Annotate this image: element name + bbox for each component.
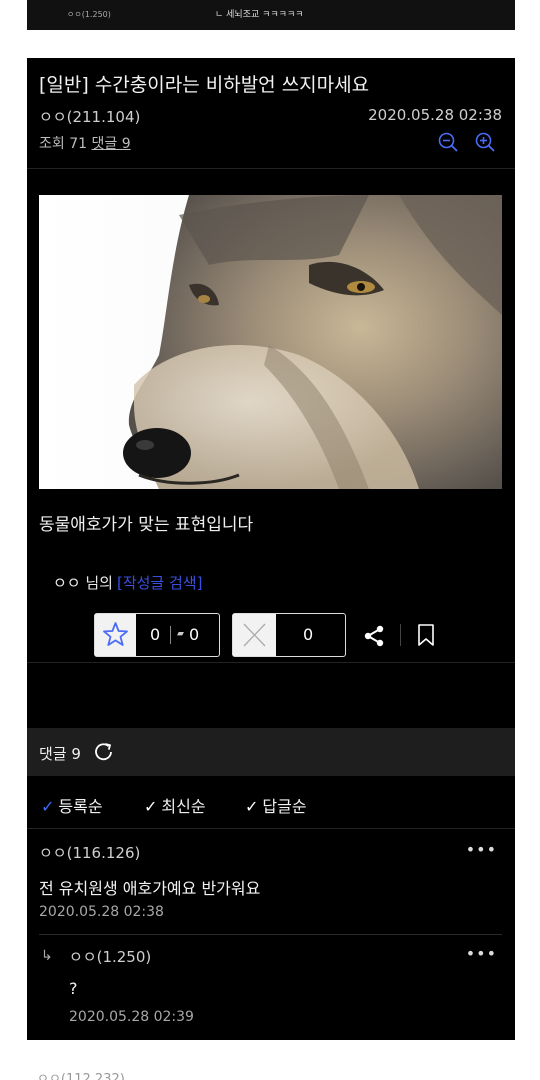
zoom-in-icon[interactable] <box>474 131 496 153</box>
comment-date: 2020.05.28 02:38 <box>39 904 164 920</box>
header-divider <box>27 168 515 169</box>
action-divider <box>400 624 401 646</box>
check-icon: ✓ <box>245 797 259 816</box>
reply-arrow-icon: ↳ <box>41 948 53 964</box>
sort-oldest[interactable]: ✓ 등록순 <box>41 793 103 817</box>
post-stats: 조회 71 댓글 9 <box>39 133 131 153</box>
comment-author: ㅇㅇ(116.126) <box>39 844 141 862</box>
post-date: 2020.05.28 02:38 <box>368 106 502 124</box>
close-icon <box>243 623 266 647</box>
downvote-button[interactable]: 0 <box>232 613 346 657</box>
author-name: ㅇㅇ 님의 <box>53 574 113 592</box>
comment-text: 전 유치원생 애호가예요 반가워요 <box>39 879 261 898</box>
comment-divider <box>39 934 502 935</box>
check-icon: ✓ <box>144 797 158 816</box>
post-panel: [일반] 수간충이라는 비하발언 쓰지마세요 ㅇㅇ(211.104) 2020.… <box>27 58 515 1040</box>
author-posts-search-link[interactable]: [작성글 검색] <box>117 574 202 592</box>
fixed-recommend-icon: ▰ <box>177 629 184 639</box>
sort-replies[interactable]: ✓ 답글순 <box>245 793 307 817</box>
post-image[interactable] <box>39 195 502 489</box>
post-author: ㅇㅇ(211.104) <box>39 108 141 126</box>
share-icon[interactable] <box>362 624 386 648</box>
comments-link[interactable]: 댓글 9 <box>91 136 130 152</box>
post-title: [일반] 수간충이라는 비하발언 쓰지마세요 <box>39 74 370 96</box>
previous-comment-author: ㅇㅇ(1.250) <box>67 10 111 19</box>
sort-divider <box>27 828 515 829</box>
recommend-button[interactable]: 0 ▰ 0 <box>94 613 220 657</box>
reply-text: ? <box>69 979 78 998</box>
more-dots-icon[interactable]: ••• <box>466 944 497 963</box>
downvote-count: 0 <box>303 625 314 644</box>
downvote-x-box[interactable] <box>233 614 276 656</box>
next-comment-author: ㅇㅇ(112.232) <box>37 1072 125 1080</box>
fixed-recommend-count: 0 <box>189 625 200 644</box>
author-line: ㅇㅇ 님의 [작성글 검색] <box>53 572 202 593</box>
recommend-count: 0 <box>150 625 161 644</box>
sort-label: 등록순 <box>58 797 103 816</box>
comments-count: 댓글 9 <box>39 745 81 763</box>
more-dots-icon[interactable]: ••• <box>466 840 497 859</box>
bookmark-icon[interactable] <box>417 623 435 647</box>
refresh-icon[interactable] <box>93 741 115 763</box>
sort-label: 답글순 <box>262 797 307 816</box>
post-body: 동물애호가가 맞는 표현입니다 <box>39 515 254 535</box>
previous-comment-text: ㄴ 세뇌조교 ㅋㅋㅋㅋㅋ <box>215 10 304 20</box>
sort-label: 최신순 <box>161 797 206 816</box>
zoom-out-icon[interactable] <box>437 131 459 153</box>
recommend-star-box[interactable] <box>95 614 136 656</box>
comments-header: 댓글 9 <box>27 728 515 776</box>
reply-author: ㅇㅇ(1.250) <box>69 948 152 966</box>
views-count: 조회 71 <box>39 136 88 152</box>
actions-divider <box>27 662 515 663</box>
star-icon <box>103 622 128 646</box>
previous-comment-strip: ㅇㅇ(1.250) ㄴ 세뇌조교 ㅋㅋㅋㅋㅋ <box>27 0 515 30</box>
reply-date: 2020.05.28 02:39 <box>69 1009 194 1025</box>
recommend-divider <box>170 626 171 644</box>
check-icon: ✓ <box>41 797 55 816</box>
sort-newest[interactable]: ✓ 최신순 <box>144 793 206 817</box>
